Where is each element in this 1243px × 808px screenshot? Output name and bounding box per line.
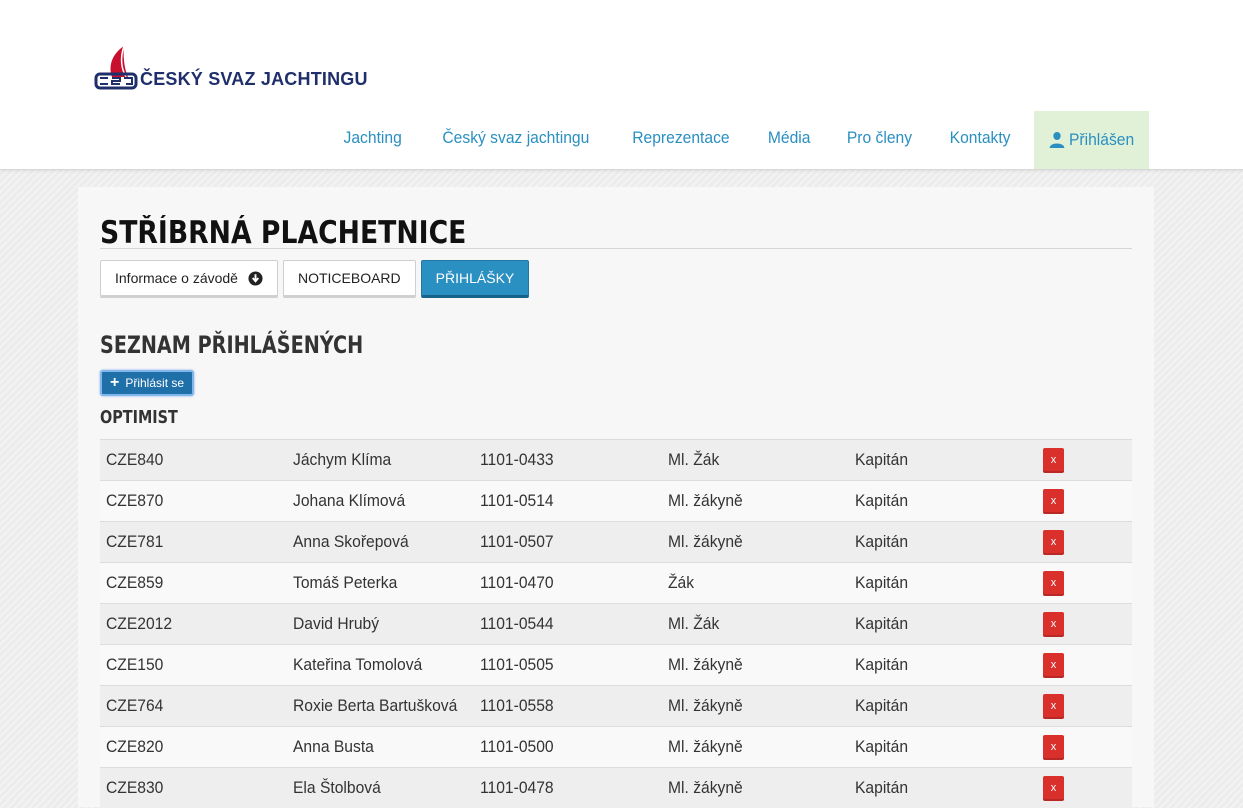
age-category: Žák <box>668 573 695 592</box>
signup-button[interactable]: + Přihlásit se <box>100 370 195 396</box>
member-id: 1101-0470 <box>480 573 554 592</box>
age-category: Ml. žákyně <box>668 532 743 551</box>
delete-entry-button[interactable]: x <box>1043 694 1064 719</box>
crew-role: Kapitán <box>855 696 909 715</box>
crew-role: Kapitán <box>855 655 909 674</box>
nav-media[interactable]: Média <box>753 111 825 169</box>
section-title: SEZNAM PŘIHLÁŠENÝCH <box>100 331 364 359</box>
sail-number: CZE764 <box>106 696 164 715</box>
crew-role: Kapitán <box>855 778 909 797</box>
competitor-name: Anna Skořepová <box>293 532 409 551</box>
crew-role: Kapitán <box>855 491 909 510</box>
sail-number: CZE2012 <box>106 614 173 633</box>
table-row: CZE764 Roxie Berta Bartušková 1101-0558 Ml.… <box>100 685 1132 726</box>
competitor-name: Kateřina Tomolová <box>293 655 423 674</box>
main-nav: Jachting Český svaz jachtingu Reprezenta… <box>325 111 1154 169</box>
delete-entry-button[interactable]: x <box>1043 612 1064 637</box>
arrow-down-circle-icon <box>248 270 263 286</box>
competitor-name: Roxie Berta Bartušková <box>293 696 458 715</box>
age-category: Ml. žákyně <box>668 778 743 797</box>
sail-number: CZE840 <box>106 450 164 469</box>
delete-entry-button[interactable]: x <box>1043 530 1064 555</box>
age-category: Ml. Žák <box>668 450 720 469</box>
age-category: Ml. žákyně <box>668 737 743 756</box>
login-label: Přihlášen <box>1069 130 1135 149</box>
delete-entry-button[interactable]: x <box>1043 735 1064 760</box>
nav-jachting[interactable]: Jachting <box>329 111 417 169</box>
delete-entry-button[interactable]: x <box>1043 776 1064 801</box>
tab-label: PŘIHLÁŠKY <box>435 270 515 286</box>
age-category: Ml. žákyně <box>668 655 743 674</box>
tab-informace-o-zavode[interactable]: Informace o závodě <box>100 260 278 298</box>
main-content: STŘÍBRNÁ PLACHETNICE Informace o závodě … <box>78 187 1154 808</box>
table-row: CZE859 Tomáš Peterka 1101-0470 Žák Kapitán x <box>100 562 1132 603</box>
age-category: Ml. žákyně <box>668 491 743 510</box>
sail-number: CZE820 <box>106 737 164 756</box>
nav-pro-cleny[interactable]: Pro členy <box>832 111 927 169</box>
table-row: CZE820 Anna Busta 1101-0500 Ml. žákyně Kapit… <box>100 726 1132 767</box>
table-row: CZE840 Jáchym Klíma 1101-0433 Ml. Žák Kapitá… <box>100 439 1132 480</box>
table-row: CZE150 Kateřina Tomolová 1101-0505 Ml. žáky… <box>100 644 1132 685</box>
delete-entry-button[interactable]: x <box>1043 448 1064 473</box>
table-row: CZE2012 David Hrubý 1101-0544 Ml. Žák Kapitá… <box>100 603 1132 644</box>
delete-entry-button[interactable]: x <box>1043 653 1064 678</box>
sail-number: CZE150 <box>106 655 164 674</box>
signup-label: Přihlásit se <box>125 376 185 390</box>
competitor-name: Anna Busta <box>293 737 374 756</box>
crew-role: Kapitán <box>855 532 909 551</box>
logo-text: ČESKÝ SVAZ JACHTINGU <box>140 69 368 89</box>
page-title: STŘÍBRNÁ PLACHETNICE <box>100 215 467 251</box>
delete-entry-button[interactable]: x <box>1043 571 1064 596</box>
table-row: CZE870 Johana Klímová 1101-0514 Ml. žákyně K… <box>100 480 1132 521</box>
tab-prihlasky[interactable]: PŘIHLÁŠKY <box>420 260 530 298</box>
sailboat-logo-icon <box>94 45 138 90</box>
competitor-name: Ela Štolbová <box>293 778 381 797</box>
table-row: CZE781 Anna Skořepová 1101-0507 Ml. žákyně K… <box>100 521 1132 562</box>
member-id: 1101-0433 <box>480 450 554 469</box>
sail-number: CZE870 <box>106 491 164 510</box>
boat-class-title: OPTIMIST <box>100 407 178 428</box>
entries-table: CZE840 Jáchym Klíma 1101-0433 Ml. Žák Kapitá… <box>100 439 1132 808</box>
age-category: Ml. žákyně <box>668 696 743 715</box>
sail-number: CZE830 <box>106 778 164 797</box>
delete-entry-button[interactable]: x <box>1043 489 1064 514</box>
member-id: 1101-0514 <box>480 491 554 510</box>
member-id: 1101-0507 <box>480 532 554 551</box>
tab-label: Informace o závodě <box>115 270 238 286</box>
crew-role: Kapitán <box>855 737 909 756</box>
crew-role: Kapitán <box>855 573 909 592</box>
tab-noticeboard[interactable]: NOTICEBOARD <box>282 260 416 298</box>
member-id: 1101-0478 <box>480 778 554 797</box>
competitor-name: Tomáš Peterka <box>293 573 398 592</box>
member-id: 1101-0505 <box>480 655 554 674</box>
nav-kontakty[interactable]: Kontakty <box>935 111 1025 169</box>
competitor-name: Johana Klímová <box>293 491 406 510</box>
crew-role: Kapitán <box>855 614 909 633</box>
nav-login-status[interactable]: Přihlášen <box>1034 111 1150 169</box>
member-id: 1101-0544 <box>480 614 554 633</box>
age-category: Ml. Žák <box>668 614 720 633</box>
plus-icon: + <box>110 374 120 391</box>
user-icon <box>1049 132 1065 148</box>
member-id: 1101-0500 <box>480 737 554 756</box>
competitor-name: Jáchym Klíma <box>293 450 392 469</box>
sail-number: CZE859 <box>106 573 164 592</box>
race-tabs: Informace o závodě NOTICEBOARD PŘIHLÁŠKY <box>100 260 530 298</box>
nav-cesky-svaz-jachtingu[interactable]: Český svaz jachtingu <box>428 111 604 169</box>
member-id: 1101-0558 <box>480 696 554 715</box>
nav-reprezentace[interactable]: Reprezentace <box>617 111 744 169</box>
crew-role: Kapitán <box>855 450 909 469</box>
sail-number: CZE781 <box>106 532 164 551</box>
tab-label: NOTICEBOARD <box>297 270 401 286</box>
table-row: CZE830 Ela Štolbová 1101-0478 Ml. žákyně Kap… <box>100 767 1132 808</box>
site-header: ČESKÝ SVAZ JACHTINGU Jachting Český svaz… <box>0 0 1243 170</box>
site-logo[interactable]: ČESKÝ SVAZ JACHTINGU <box>94 44 374 94</box>
title-divider <box>100 248 1132 249</box>
competitor-name: David Hrubý <box>293 614 380 633</box>
